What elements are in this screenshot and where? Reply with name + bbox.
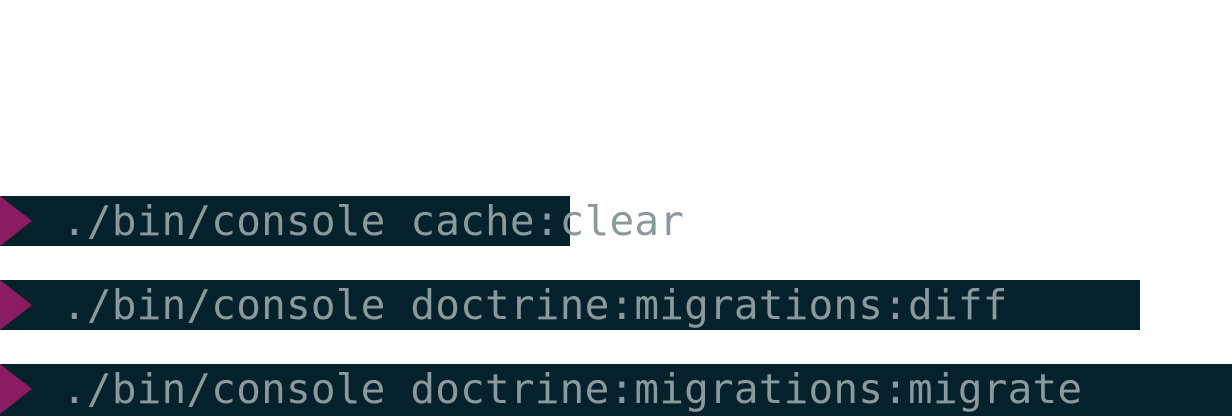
command-text: ./bin/console cache:clear <box>62 197 685 245</box>
chevron-right-icon <box>0 280 32 330</box>
command-text: ./bin/console doctrine:migrations:diff <box>62 281 1008 329</box>
command-line-cache-clear: ./bin/console cache:clear <box>0 196 684 246</box>
command-line-migrations-migrate: ./bin/console doctrine:migrations:migrat… <box>0 364 1232 416</box>
chevron-right-icon <box>0 364 32 414</box>
chevron-right-icon <box>0 196 32 246</box>
command-text: ./bin/console doctrine:migrations:migrat… <box>62 365 1083 413</box>
command-line-migrations-diff: ./bin/console doctrine:migrations:diff <box>0 280 1140 330</box>
